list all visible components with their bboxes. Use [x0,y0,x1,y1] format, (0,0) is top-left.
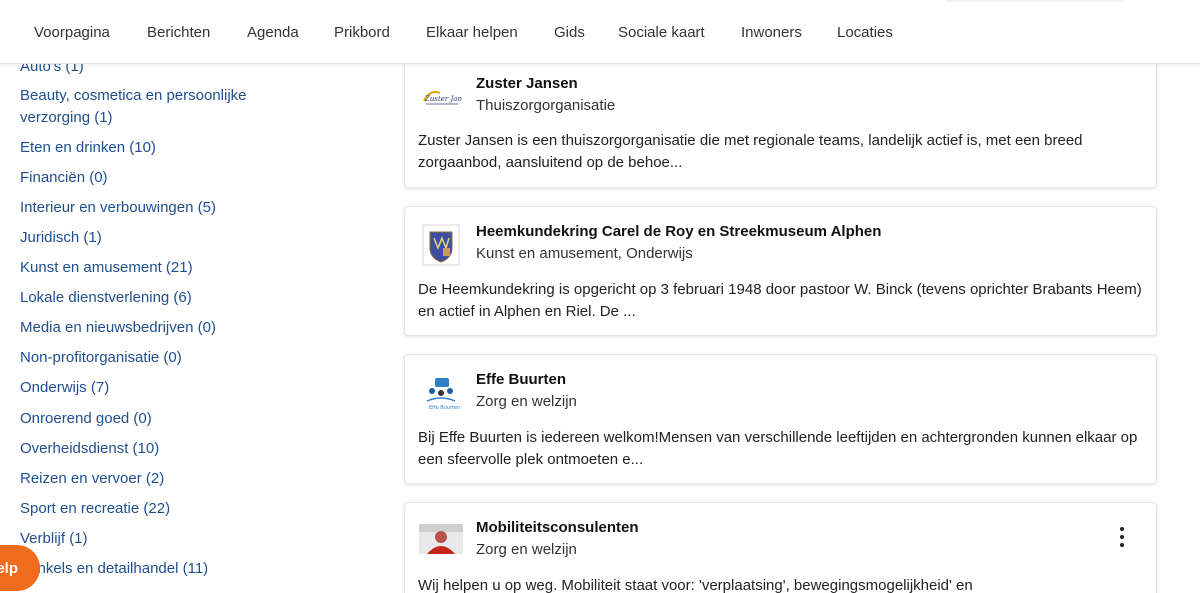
nav-agenda[interactable]: Agenda [247,24,299,41]
nav-inwoners[interactable]: Inwoners [741,24,802,41]
category-onderwijs[interactable]: Onderwijs (7) [20,377,109,399]
card-title[interactable]: Mobiliteitsconsulenten [476,519,639,536]
category-winkels[interactable]: Winkels en detailhandel (11) [20,558,208,580]
category-media[interactable]: Media en nieuwsbedrijven (0) [20,317,216,339]
card-description: Bij Effe Buurten is iedereen welkom!Mens… [418,429,1138,468]
category-kunst[interactable]: Kunst en amusement (21) [20,257,193,279]
more-options-icon[interactable] [1118,527,1126,547]
nav-berichten[interactable]: Berichten [147,24,210,41]
card-title[interactable]: Zuster Jansen [476,75,578,92]
nav-locaties[interactable]: Locaties [837,24,893,41]
category-verblijf[interactable]: Verblijf (1) [20,528,88,550]
zuster-jansen-logo-icon: Zuster Jansen [419,75,463,119]
card-title[interactable]: Heemkundekring Carel de Roy en Streekmus… [476,223,881,240]
category-onroerend-goed[interactable]: Onroerend goed (0) [20,408,152,430]
card-subtitle: Zorg en welzijn [476,541,577,558]
category-sport[interactable]: Sport en recreatie (22) [20,498,170,520]
card-subtitle: Kunst en amusement, Onderwijs [476,245,693,262]
card-description: Zuster Jansen is een thuiszorgorganisati… [418,132,1083,171]
card-subtitle: Zorg en welzijn [476,393,577,410]
svg-text:Effe Buurten: Effe Buurten [429,405,460,411]
category-eten-en-drinken[interactable]: Eten en drinken (10) [20,137,156,159]
card-description: Wij helpen u op weg. Mobiliteit staat vo… [418,577,973,593]
account-bar[interactable] [945,0,1125,2]
category-lokale-dienstverlening[interactable]: Lokale dienstverlening (6) [20,287,192,309]
svg-text:Zuster Jansen: Zuster Jansen [424,95,462,103]
top-navigation: Voorpagina Berichten Agenda Prikbord Elk… [0,0,1200,64]
directory-card[interactable]: Heemkundekring Carel de Roy en Streekmus… [404,206,1157,336]
help-button[interactable]: Help [0,545,40,591]
nav-sociale-kaart[interactable]: Sociale kaart [618,24,705,41]
category-non-profit[interactable]: Non-profitorganisatie (0) [20,347,182,369]
category-overheidsdienst[interactable]: Overheidsdienst (10) [20,438,159,460]
category-reizen[interactable]: Reizen en vervoer (2) [20,468,164,490]
category-juridisch[interactable]: Juridisch (1) [20,227,102,249]
card-subtitle: Thuiszorgorganisatie [476,97,616,114]
nav-gids[interactable]: Gids [554,24,585,41]
directory-card[interactable]: Mobiliteitsconsulenten Zorg en welzijn W… [404,502,1157,593]
nav-prikbord[interactable]: Prikbord [334,24,390,41]
directory-card[interactable]: Effe Buurten Effe Buurten Zorg en welzij… [404,354,1157,484]
effe-buurten-logo-icon: Effe Buurten [419,371,463,415]
mobiliteit-photo-icon [419,517,463,561]
directory-card[interactable]: Zuster Jansen Zuster Jansen Thuiszorgorg… [404,60,1157,188]
category-financien[interactable]: Financiën (0) [20,167,108,189]
card-description: De Heemkundekring is opgericht op 3 febr… [418,281,1142,320]
heemkundekring-crest-icon [419,223,463,267]
category-interieur[interactable]: Interieur en verbouwingen (5) [20,197,216,219]
card-title[interactable]: Effe Buurten [476,371,566,388]
nav-elkaar-helpen[interactable]: Elkaar helpen [426,24,518,41]
nav-voorpagina[interactable]: Voorpagina [34,24,110,41]
category-beauty[interactable]: Beauty, cosmetica en persoonlijke verzor… [20,85,290,129]
